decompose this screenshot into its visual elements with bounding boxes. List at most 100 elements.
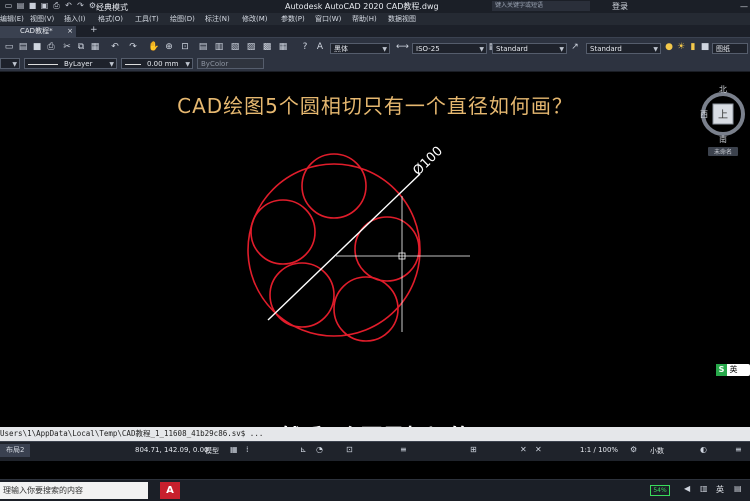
undo-icon[interactable]: ↶: [110, 42, 120, 52]
zoom-icon[interactable]: ⊕: [164, 42, 174, 52]
text-style-icon[interactable]: A: [315, 42, 325, 52]
quick-access-toolbar: ▭ ▤ ■ ▣ ⎙ ↶ ↷ ⚙: [4, 1, 97, 10]
menu-window[interactable]: 窗口(W): [315, 13, 341, 25]
help-search-input[interactable]: 键入关键字或短语: [492, 1, 590, 11]
plot-style-dropdown[interactable]: ByColor: [197, 58, 264, 69]
zoom-window-icon[interactable]: ⊡: [180, 42, 190, 52]
menu-modify[interactable]: 修改(M): [242, 13, 268, 25]
undo-icon[interactable]: ↶: [64, 1, 73, 10]
help-icon[interactable]: ?: [300, 42, 310, 52]
calculator-icon[interactable]: ▦: [278, 42, 288, 52]
save-icon[interactable]: ■: [32, 42, 42, 52]
table-style-dropdown[interactable]: Standard ▼: [492, 43, 567, 54]
tab-layout2[interactable]: 布局2: [0, 444, 31, 457]
compass-north[interactable]: 北: [719, 85, 727, 94]
menu-format[interactable]: 格式(O): [98, 13, 123, 25]
annotation-scale-icon[interactable]: ✕: [535, 445, 542, 454]
network-icon[interactable]: ▥: [700, 484, 708, 493]
print-icon[interactable]: ⎙: [46, 42, 56, 52]
autocad-app-icon[interactable]: A: [160, 482, 180, 499]
save-as-icon[interactable]: ▣: [40, 1, 49, 10]
markup-icon[interactable]: ▩: [262, 42, 272, 52]
doc-tab-cad-tutorial[interactable]: CAD教程* ×: [0, 26, 76, 37]
new-file-icon[interactable]: ▭: [4, 42, 14, 52]
paste-icon[interactable]: ▦: [90, 42, 100, 52]
tool-palette-icon[interactable]: ▧: [230, 42, 240, 52]
menu-tools[interactable]: 工具(T): [135, 13, 159, 25]
close-icon[interactable]: ×: [67, 26, 73, 37]
new-tab-button[interactable]: +: [90, 25, 98, 35]
redo-icon[interactable]: ↷: [76, 1, 85, 10]
menu-parametric[interactable]: 参数(P): [281, 13, 305, 25]
menu-edit[interactable]: 编辑(E): [0, 13, 24, 25]
text-font-dropdown[interactable]: 黑体 ▼: [330, 43, 390, 54]
layer-color-icon[interactable]: ■: [700, 42, 710, 52]
viewcube[interactable]: 上 北 南 西 未命名: [698, 84, 748, 164]
redo-icon[interactable]: ↷: [128, 42, 138, 52]
units-selector[interactable]: 小数: [650, 446, 664, 456]
annotation-scale[interactable]: 1:1 / 100%: [580, 446, 618, 454]
menu-insert[interactable]: 插入(I): [64, 13, 86, 25]
model-space-toggle[interactable]: 模型: [205, 446, 219, 456]
polar-icon[interactable]: ◔: [316, 445, 323, 454]
command-line[interactable]: Users\1\AppData\Local\Temp\CAD教程_1_11608…: [0, 427, 750, 441]
color-dropdown[interactable]: ▼: [0, 58, 20, 69]
properties-icon[interactable]: ▤: [198, 42, 208, 52]
grid-icon[interactable]: ▦: [230, 445, 238, 454]
isolate-objects-icon[interactable]: ◐: [700, 445, 707, 454]
dim-style-dropdown[interactable]: ISO-25 ▼: [412, 43, 487, 54]
annotation-visibility-icon[interactable]: ✕: [520, 445, 527, 454]
dim-style-icon[interactable]: ⟷: [396, 42, 409, 52]
notifications-icon[interactable]: ▤: [734, 484, 742, 493]
lineweight-icon[interactable]: ≡: [400, 445, 407, 454]
lineweight-dropdown[interactable]: 0.00 mm ▼: [121, 58, 193, 69]
inner-circle-bottom-right[interactable]: [333, 276, 399, 342]
layer-dropdown[interactable]: 图纸: [712, 43, 748, 54]
lightbulb-icon[interactable]: ●: [664, 42, 674, 52]
menu-dimension[interactable]: 标注(N): [205, 13, 230, 25]
multileader-style-dropdown[interactable]: Standard ▼: [586, 43, 661, 54]
open-file-icon[interactable]: ▤: [18, 42, 28, 52]
sun-icon[interactable]: ☀: [676, 42, 686, 52]
chevron-down-icon: ▼: [653, 46, 658, 53]
open-file-icon[interactable]: ▤: [16, 1, 25, 10]
customize-icon[interactable]: ≡: [735, 445, 742, 454]
battery-indicator[interactable]: 54%: [650, 485, 670, 496]
menu-view[interactable]: 视图(V): [30, 13, 54, 25]
snap-icon[interactable]: ⁞: [246, 445, 249, 454]
menu-draw[interactable]: 绘图(D): [170, 13, 195, 25]
lineweight-preview: [125, 63, 141, 65]
sheet-set-icon[interactable]: ▨: [246, 42, 256, 52]
linetype-dropdown[interactable]: ByLayer ▼: [24, 58, 117, 69]
inner-circle-bottom-left[interactable]: [269, 262, 335, 328]
osnap-icon[interactable]: ⊡: [346, 445, 353, 454]
login-button[interactable]: 登录: [612, 0, 628, 13]
multileader-style-icon[interactable]: ↗: [570, 42, 580, 52]
properties-toolbar: ▼ ByLayer ▼ 0.00 mm ▼ ByColor: [0, 57, 750, 72]
menu-help[interactable]: 帮助(H): [352, 13, 377, 25]
save-icon[interactable]: ■: [28, 1, 37, 10]
gear-icon[interactable]: ⚙: [630, 445, 637, 454]
drawing-canvas[interactable]: CAD绘图5个圆相切只有一个直径如何画？ Ø100 上 北 南 西 未命名 S …: [0, 72, 750, 451]
input-language[interactable]: 英: [716, 484, 724, 495]
taskbar-search-input[interactable]: 理输入你要搜索的内容: [0, 482, 148, 499]
minimize-icon[interactable]: —: [740, 2, 748, 11]
cut-icon[interactable]: ✂: [62, 42, 72, 52]
new-file-icon[interactable]: ▭: [4, 1, 13, 10]
doc-tab-label: CAD教程*: [20, 27, 53, 35]
diameter-dimension-line[interactable]: [267, 173, 421, 321]
ime-indicator[interactable]: S 英: [716, 364, 750, 376]
copy-icon[interactable]: ⧉: [76, 42, 86, 52]
print-icon[interactable]: ⎙: [52, 1, 61, 10]
pan-icon[interactable]: ✋: [148, 42, 159, 52]
menu-data-view[interactable]: 数据视图: [388, 13, 416, 25]
ortho-icon[interactable]: ⊾: [300, 445, 307, 454]
lock-icon[interactable]: ▮: [688, 42, 698, 52]
design-center-icon[interactable]: ▥: [214, 42, 224, 52]
compass-west[interactable]: 西: [700, 110, 708, 119]
chevron-down-icon: ▼: [185, 61, 190, 68]
volume-icon[interactable]: ◀: [684, 484, 690, 493]
inner-circle-left[interactable]: [250, 199, 316, 265]
compass-south[interactable]: 南: [719, 134, 727, 144]
selection-cycling-icon[interactable]: ⊞: [470, 445, 477, 454]
